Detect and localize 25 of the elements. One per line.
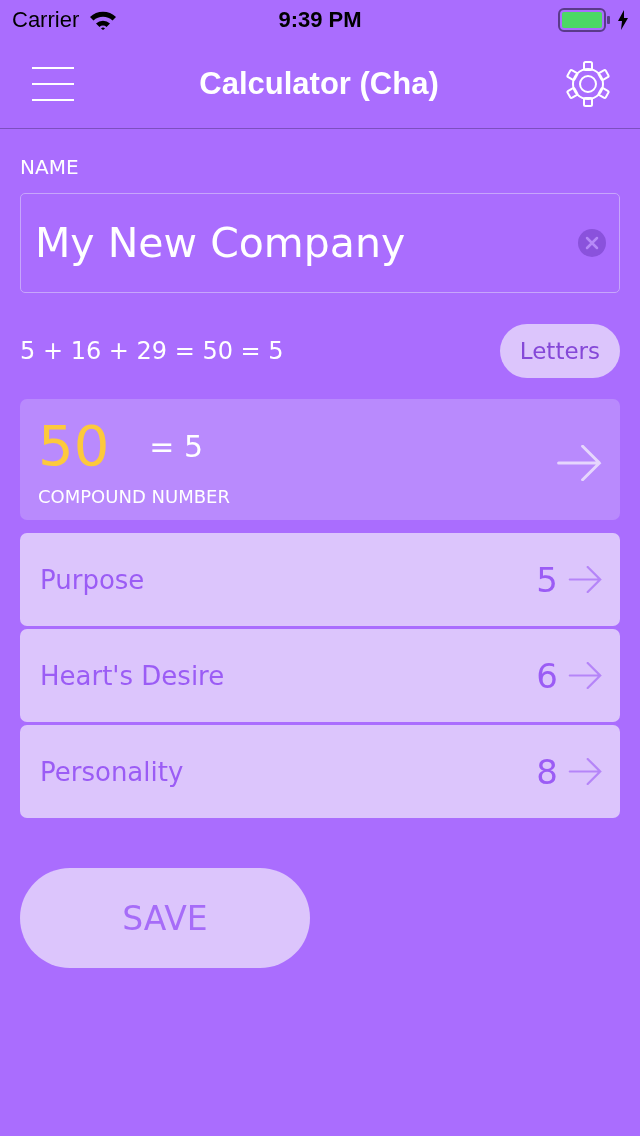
menu-icon[interactable]	[32, 67, 74, 101]
charging-icon	[618, 10, 628, 30]
reduced-number: = 5	[149, 428, 204, 464]
result-row[interactable]: Personality 8	[20, 725, 620, 818]
letters-button[interactable]: Letters	[499, 324, 620, 378]
equation-text: 5 + 16 + 29 = 50 = 5	[20, 337, 284, 365]
name-field[interactable]: My New Company	[20, 193, 620, 293]
compound-card[interactable]: 50 = 5 COMPOUND NUMBER	[20, 399, 620, 520]
status-time: 9:39 PM	[278, 7, 362, 33]
compound-caption: COMPOUND NUMBER	[38, 486, 230, 507]
result-row[interactable]: Heart's Desire 6	[20, 629, 620, 722]
carrier-label: Carrier	[12, 7, 80, 33]
clear-icon[interactable]	[578, 229, 606, 257]
settings-icon[interactable]	[564, 60, 612, 108]
battery-icon	[558, 8, 612, 32]
arrow-icon	[568, 566, 602, 593]
field-label: NAME	[20, 155, 79, 179]
save-button[interactable]: SAVE	[20, 868, 310, 968]
wifi-icon	[89, 10, 118, 30]
result-row[interactable]: Purpose 5	[20, 533, 620, 626]
compound-number: 50	[38, 418, 110, 474]
arrow-icon	[568, 662, 602, 689]
arrow-icon	[556, 444, 602, 481]
screen-title: Calculator (Cha)	[199, 66, 439, 102]
arrow-icon	[568, 758, 602, 785]
